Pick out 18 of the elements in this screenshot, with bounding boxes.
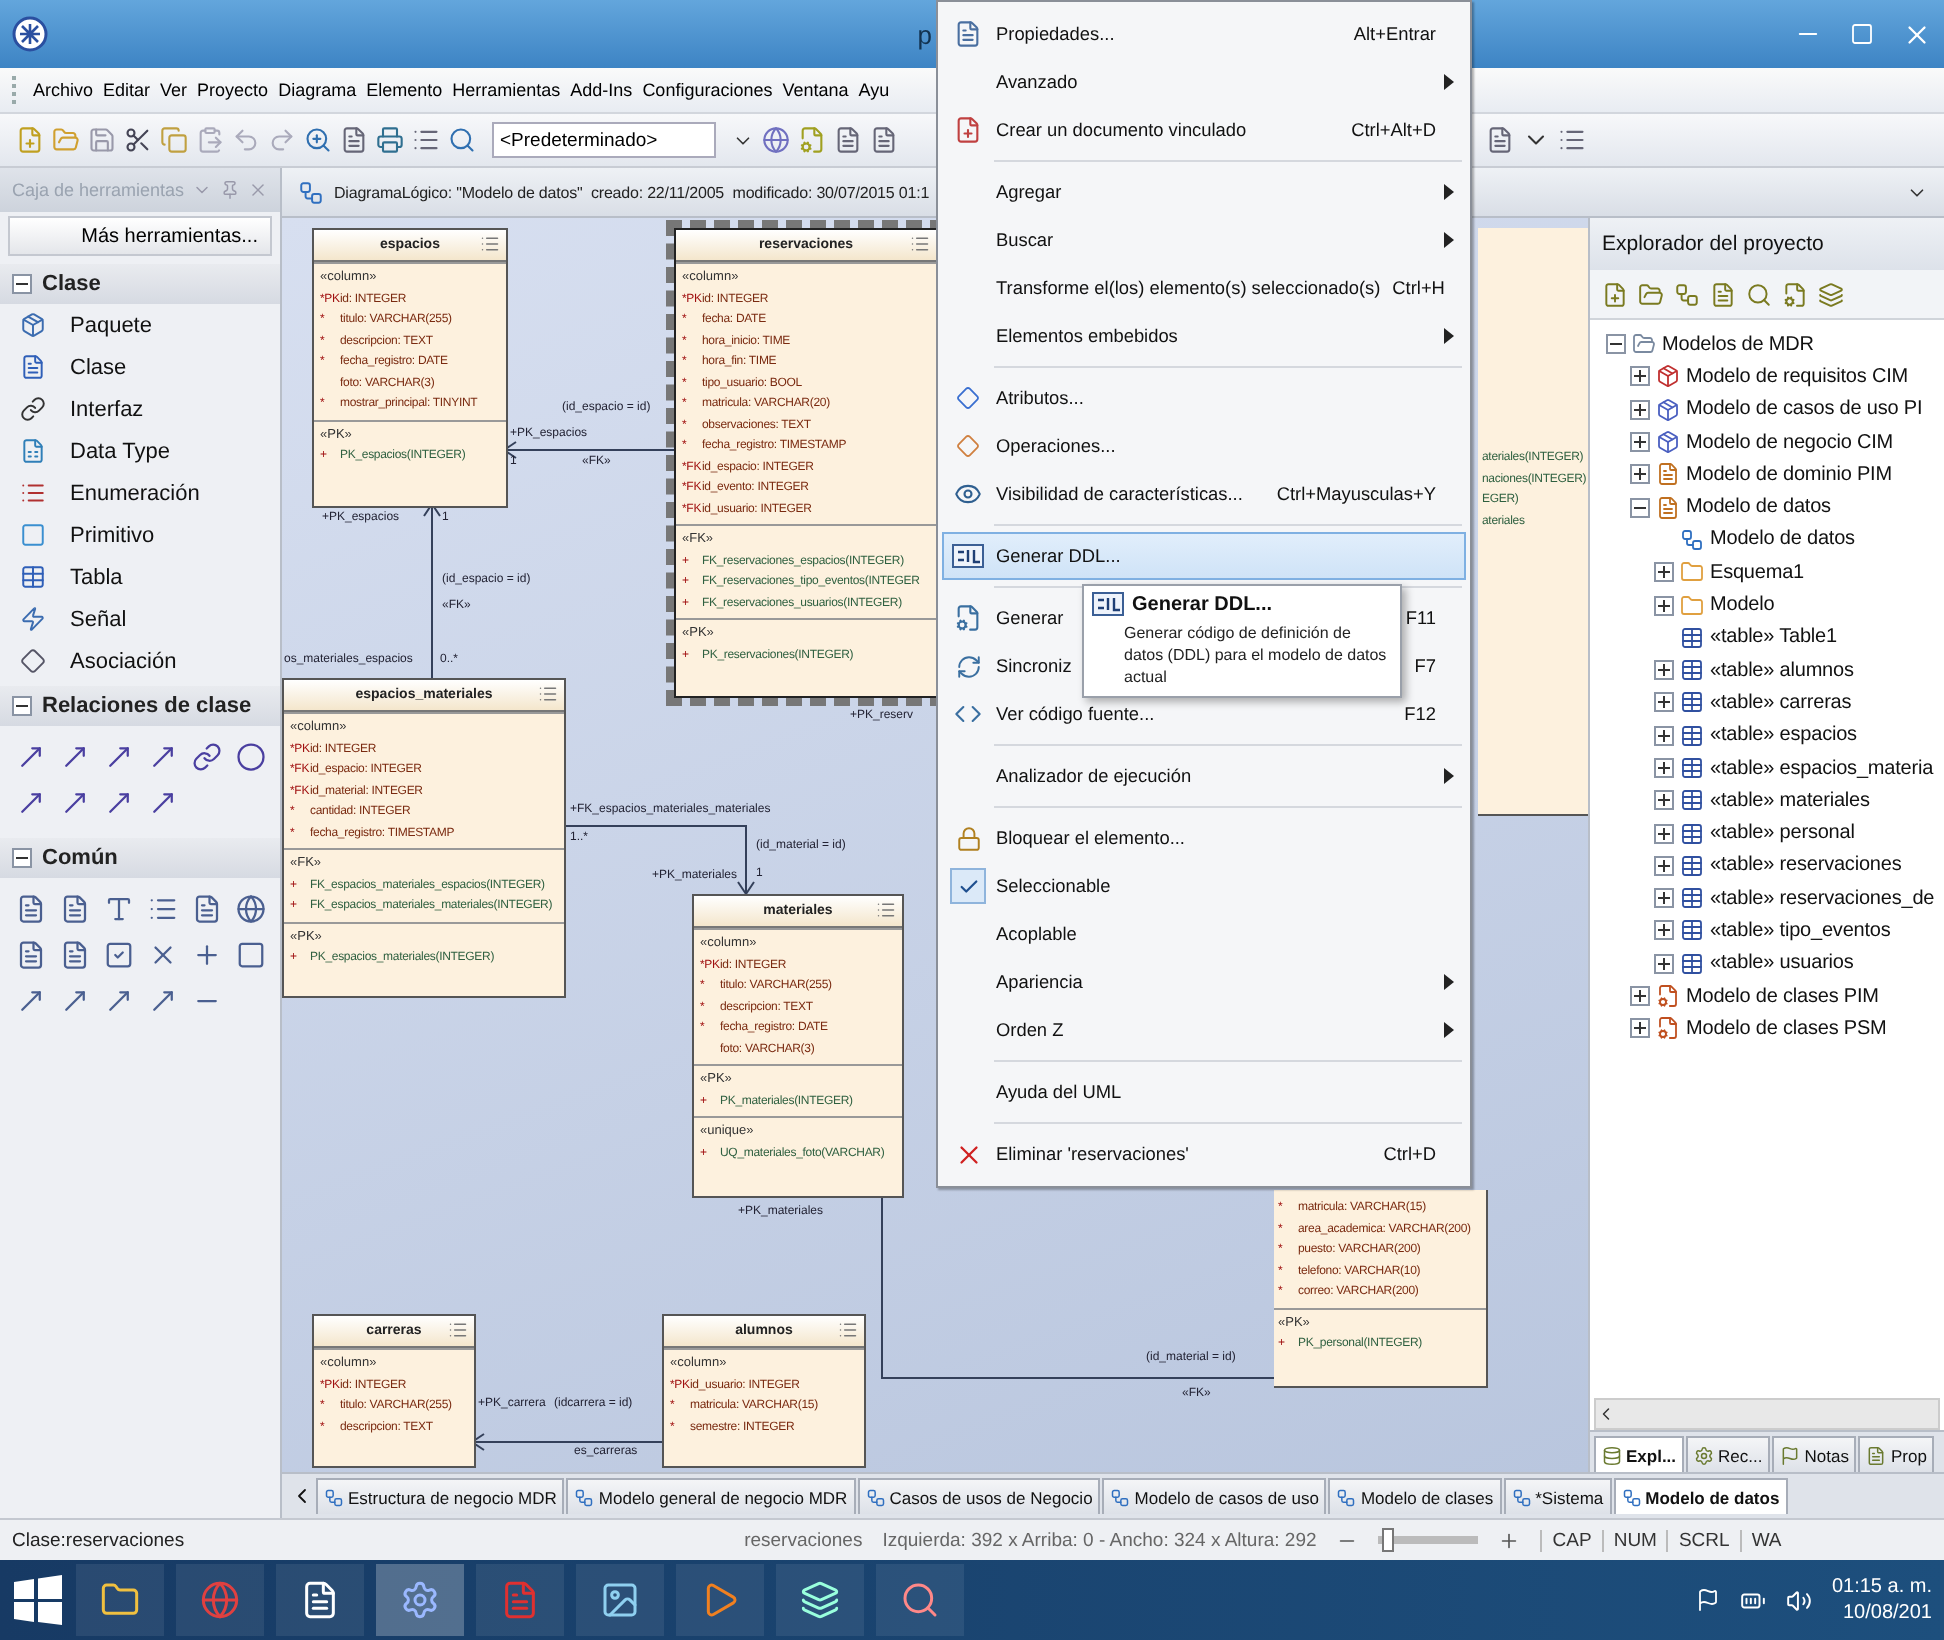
- status-indicator: SCRL: [1666, 1529, 1740, 1551]
- status-text: Clase:reservaciones: [12, 1529, 185, 1551]
- panel-title: Caja de herramientas: [12, 180, 185, 200]
- status-text: Izquierda: 392 x Arriba: 0 - Ancho: 324 x Altura: 292: [882, 1529, 1317, 1551]
- window-title: p: [917, 19, 932, 49]
- tooltip-text: Generar código de definición de datos (DDL) para el modelo de datos actual: [1122, 622, 1389, 688]
- panel-title: Explorador del proyecto: [1590, 218, 1944, 270]
- diagram-title: DiagramaLógico: "Modelo de datos" creado: 22/11/2005 modificado: 30/07/2015 01:1: [334, 183, 930, 201]
- status-indicator: NUM: [1601, 1529, 1667, 1551]
- tooltip-title: Generar DDL...: [1132, 593, 1273, 615]
- status-indicator: CAP: [1540, 1529, 1602, 1551]
- status-indicator: WA: [1739, 1529, 1792, 1551]
- clock-time: 01:15 a. m.: [1831, 1574, 1932, 1600]
- status-text: reservaciones: [744, 1529, 863, 1551]
- section-title: Común: [42, 846, 118, 870]
- section-title: Clase: [42, 272, 101, 296]
- section-title: Relaciones de clase: [42, 694, 252, 718]
- clock-date: 10/08/201: [1843, 1600, 1932, 1626]
